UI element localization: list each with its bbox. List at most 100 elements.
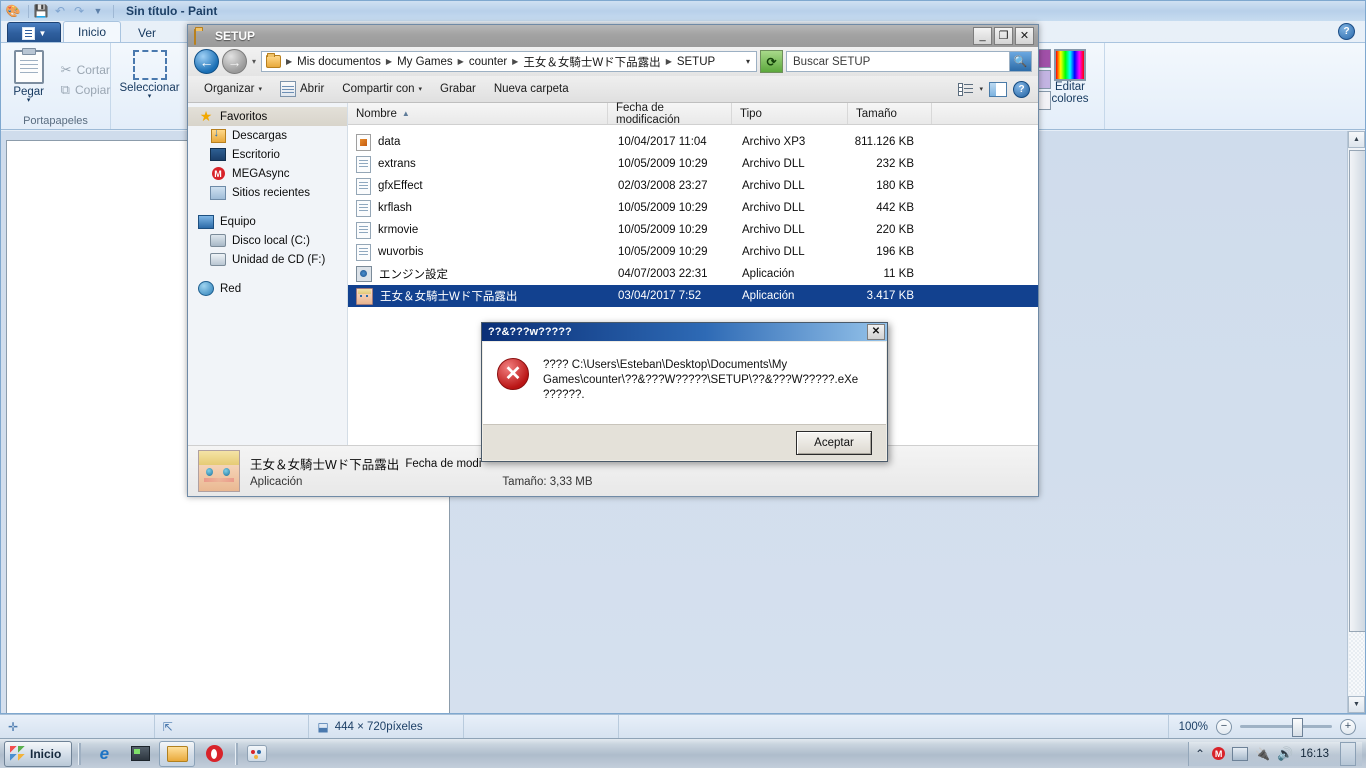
sidebar-item-disco-local-c[interactable]: Disco local (C:) bbox=[188, 231, 347, 250]
edit-colors-button[interactable]: Editar colores bbox=[1051, 45, 1089, 111]
taskbar-item-opera[interactable] bbox=[197, 742, 231, 766]
paint-titlebar: 🎨 💾 ↶ ↷ ▼ Sin título - Paint bbox=[1, 1, 1365, 21]
sidebar-item-descargas[interactable]: Descargas bbox=[188, 126, 347, 145]
plug-tray-icon[interactable]: 🔌 bbox=[1255, 747, 1270, 761]
table-row[interactable]: エンジン設定 04/07/2003 22:31 Aplicación 11 KB bbox=[348, 263, 1038, 285]
table-row[interactable]: wuvorbis 10/05/2009 10:29 Archivo DLL 19… bbox=[348, 241, 1038, 263]
customize-quick-access-icon[interactable]: ▼ bbox=[90, 3, 106, 19]
paint-help-icon[interactable]: ? bbox=[1338, 23, 1355, 40]
cut-button[interactable]: ✂ Cortar bbox=[61, 62, 111, 78]
breadcrumb-item-3[interactable]: 王女＆女騎士Wド下品露出 bbox=[523, 54, 660, 70]
breadcrumb-separator-2[interactable]: ▶ bbox=[455, 57, 467, 66]
help-icon[interactable]: ? bbox=[1013, 80, 1030, 98]
select-dropdown-arrow[interactable]: ▾ bbox=[148, 93, 152, 100]
explorer-titlebar[interactable]: SETUP _ ❐ ✕ bbox=[188, 25, 1038, 47]
breadcrumb-item-1[interactable]: My Games bbox=[397, 56, 453, 68]
tab-inicio[interactable]: Inicio bbox=[63, 21, 122, 43]
dialog-close-button[interactable]: ✕ bbox=[867, 324, 885, 340]
undo-icon[interactable]: ↶ bbox=[52, 3, 68, 19]
zoom-slider[interactable] bbox=[1240, 718, 1332, 737]
breadcrumb-separator-1[interactable]: ▶ bbox=[383, 57, 395, 66]
breadcrumb[interactable]: ▶ Mis documentos ▶ My Games ▶ counter ▶ … bbox=[261, 51, 757, 72]
search-box[interactable]: Buscar SETUP 🔍 bbox=[786, 51, 1032, 72]
column-header-nombre[interactable]: Nombre ▲ bbox=[348, 103, 608, 124]
breadcrumb-dropdown-icon[interactable]: ▾ bbox=[746, 57, 752, 66]
clock[interactable]: 16:13 bbox=[1300, 748, 1329, 760]
back-button[interactable]: ← bbox=[194, 49, 219, 74]
save-icon[interactable]: 💾 bbox=[33, 3, 49, 19]
volume-tray-icon[interactable]: 🔊 bbox=[1277, 746, 1293, 762]
organize-button[interactable]: Organizar ▾ bbox=[196, 78, 270, 100]
preview-pane-icon[interactable] bbox=[989, 81, 1007, 97]
taskbar-item-media-player[interactable] bbox=[123, 742, 157, 766]
dll-file-icon bbox=[356, 243, 371, 261]
paste-dropdown-arrow[interactable]: ▾ bbox=[27, 97, 31, 104]
scrollbar-thumb[interactable] bbox=[1349, 150, 1365, 632]
zoom-slider-thumb[interactable] bbox=[1292, 718, 1303, 737]
paint-vertical-scrollbar[interactable]: ▲ ▼ bbox=[1347, 131, 1365, 713]
history-dropdown-icon[interactable]: ▾ bbox=[250, 57, 258, 66]
scrollbar-track[interactable] bbox=[1349, 632, 1364, 694]
breadcrumb-item-2[interactable]: counter bbox=[469, 56, 507, 68]
view-list-icon[interactable] bbox=[958, 83, 974, 96]
scroll-up-arrow[interactable]: ▲ bbox=[1348, 131, 1365, 148]
sidebar-item-escritorio[interactable]: Escritorio bbox=[188, 145, 347, 164]
clipboard-group-label: Portapapeles bbox=[23, 115, 88, 127]
redo-icon[interactable]: ↷ bbox=[71, 3, 87, 19]
table-row[interactable]: krflash 10/05/2009 10:29 Archivo DLL 442… bbox=[348, 197, 1038, 219]
table-row[interactable]: krmovie 10/05/2009 10:29 Archivo DLL 220… bbox=[348, 219, 1038, 241]
open-button[interactable]: Abrir bbox=[272, 78, 332, 100]
network-tray-icon[interactable] bbox=[1232, 746, 1249, 761]
breadcrumb-item-0[interactable]: Mis documentos bbox=[297, 56, 381, 68]
column-header-fecha[interactable]: Fecha de modificación bbox=[608, 102, 732, 126]
copy-button[interactable]: ⧉ Copiar bbox=[61, 82, 111, 98]
star-icon: ★ bbox=[199, 108, 213, 124]
taskbar-item-windows-explorer[interactable] bbox=[159, 740, 196, 767]
minimize-button[interactable]: _ bbox=[973, 27, 992, 45]
sidebar-item-red[interactable]: Red bbox=[188, 279, 347, 298]
paint-window-title: Sin título - Paint bbox=[126, 4, 218, 18]
dialog-content: ✕ ???? C:\Users\Esteban\Desktop\Document… bbox=[483, 342, 886, 425]
accept-button[interactable]: Aceptar bbox=[796, 430, 872, 455]
sidebar-item-unidad-cd-f[interactable]: Unidad de CD (F:) bbox=[188, 250, 347, 269]
refresh-button[interactable]: ⟳ bbox=[760, 50, 783, 73]
sidebar-item-sitios-recientes[interactable]: Sitios recientes bbox=[188, 183, 347, 202]
select-button[interactable]: Seleccionar ▾ bbox=[119, 47, 181, 113]
breadcrumb-separator-4[interactable]: ▶ bbox=[663, 57, 675, 66]
column-header-tipo[interactable]: Tipo bbox=[732, 103, 848, 124]
search-input[interactable]: Buscar SETUP bbox=[787, 56, 1009, 68]
taskbar-item-paint[interactable] bbox=[240, 742, 274, 766]
table-row[interactable]: data 10/04/2017 11:04 Archivo XP3 811.12… bbox=[348, 131, 1038, 153]
sidebar-item-megasync[interactable]: M MEGAsync bbox=[188, 164, 347, 183]
tab-ver[interactable]: Ver bbox=[123, 22, 171, 43]
new-folder-button[interactable]: Nueva carpeta bbox=[486, 78, 577, 100]
search-icon[interactable]: 🔍 bbox=[1009, 52, 1031, 71]
zoom-in-button[interactable]: + bbox=[1340, 718, 1356, 735]
system-tray: ⌃ M 🔌 🔊 16:13 bbox=[1188, 741, 1362, 766]
breadcrumb-item-4[interactable]: SETUP bbox=[677, 56, 715, 68]
maximize-button[interactable]: ❐ bbox=[994, 27, 1013, 45]
taskbar-item-internet-explorer[interactable]: e bbox=[87, 742, 121, 766]
scroll-down-arrow[interactable]: ▼ bbox=[1348, 696, 1365, 713]
paint-application-menu-button[interactable]: ▼ bbox=[7, 22, 61, 43]
sidebar-item-favoritos[interactable]: ★ Favoritos bbox=[188, 107, 347, 126]
show-hidden-icons-button[interactable]: ⌃ bbox=[1195, 747, 1205, 761]
forward-button[interactable]: → bbox=[222, 49, 247, 74]
sidebar-item-equipo[interactable]: Equipo bbox=[188, 212, 347, 231]
column-header-tamano[interactable]: Tamaño bbox=[848, 103, 932, 124]
mega-tray-icon[interactable]: M bbox=[1212, 747, 1226, 760]
paint-palette-icon[interactable]: 🎨 bbox=[5, 3, 21, 19]
view-dropdown-icon[interactable]: ▾ bbox=[979, 85, 983, 93]
burn-button[interactable]: Grabar bbox=[432, 78, 484, 100]
table-row[interactable]: gfxEffect 02/03/2008 23:27 Archivo DLL 1… bbox=[348, 175, 1038, 197]
paste-button[interactable]: Pegar ▾ bbox=[1, 47, 57, 113]
zoom-out-button[interactable]: − bbox=[1216, 718, 1232, 735]
start-button[interactable]: Inicio bbox=[4, 740, 73, 767]
table-row[interactable]: 王女＆女騎士Wド下品露出 03/04/2017 7:52 Aplicación … bbox=[348, 285, 1038, 307]
show-desktop-button[interactable] bbox=[1340, 741, 1356, 766]
close-button[interactable]: ✕ bbox=[1015, 27, 1034, 45]
share-with-button[interactable]: Compartir con ▾ bbox=[334, 78, 430, 100]
breadcrumb-separator-3[interactable]: ▶ bbox=[509, 57, 521, 66]
dialog-titlebar[interactable]: ??&???w????? ✕ bbox=[482, 323, 887, 341]
table-row[interactable]: extrans 10/05/2009 10:29 Archivo DLL 232… bbox=[348, 153, 1038, 175]
